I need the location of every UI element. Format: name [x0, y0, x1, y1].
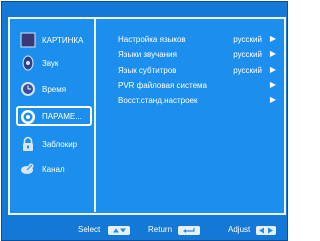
setting-row-subtitle-language[interactable]: Язык субтитров русский ▶ — [118, 65, 280, 78]
menu-item-label: Заблокир — [42, 140, 78, 149]
menu-item-picture[interactable]: КАРТИНКА — [18, 30, 94, 52]
setting-label: Язык субтитров — [118, 66, 177, 75]
arrow-right-icon: ▶ — [269, 65, 276, 74]
arrow-right-icon: ▶ — [269, 95, 276, 104]
menu-item-label: КАРТИНКА — [42, 36, 84, 45]
setting-label: Восст.станд.настроек — [118, 96, 198, 105]
menu-item-lock[interactable]: Заблокир — [18, 134, 94, 156]
menu-item-label: Время — [42, 85, 67, 94]
setting-row-menu-language[interactable]: Настройка языков русский ▶ — [118, 34, 280, 47]
setting-label: PVR файловая система — [118, 81, 207, 90]
return-key-icon — [178, 226, 200, 235]
arrow-right-icon: ▶ — [269, 49, 276, 58]
menu-item-time[interactable]: Время — [18, 79, 94, 101]
setting-label: Настройка языков — [118, 35, 186, 44]
adjust-hint-label: Adjust — [228, 225, 251, 234]
setting-value: русский — [233, 66, 262, 75]
setting-label: Языки звучания — [118, 50, 177, 59]
lock-icon — [23, 136, 33, 151]
menu-item-label: Канал — [42, 165, 65, 174]
setting-row-restore-defaults[interactable]: Восст.станд.настроек ▶ — [118, 95, 280, 108]
menu-item-settings[interactable]: ПАРАМЕ... — [16, 106, 92, 126]
arrow-right-icon: ▶ — [269, 80, 276, 89]
setting-row-audio-language[interactable]: Языки звучания русский ▶ — [118, 49, 280, 62]
menu-item-label: ПАРАМЕ... — [42, 112, 82, 121]
key-hint-bar: Select Return Adjust — [0, 222, 289, 236]
menu-item-channel[interactable]: Канал — [18, 159, 94, 181]
tv-osd-menu: КАРТИНКА Звук Время ПАРАМЕ... Заблокир К… — [0, 0, 289, 241]
clock-icon — [21, 82, 35, 96]
adjust-leftright-key-icon — [256, 226, 276, 235]
select-hint-label: Select — [78, 225, 101, 234]
menu-divider — [94, 17, 96, 212]
setting-row-pvr-filesystem[interactable]: PVR файловая система ▶ — [118, 80, 280, 93]
picture-icon — [20, 32, 36, 48]
setting-value: русский — [233, 35, 262, 44]
arrow-right-icon: ▶ — [269, 34, 276, 43]
return-hint-label: Return — [148, 225, 173, 234]
select-updown-key-icon — [108, 226, 130, 235]
setting-value: русский — [233, 50, 262, 59]
channel-satellite-icon — [21, 163, 34, 174]
menu-item-label: Звук — [42, 59, 59, 68]
settings-gear-icon — [21, 110, 35, 124]
menu-item-sound[interactable]: Звук — [18, 53, 94, 75]
sound-icon — [22, 55, 34, 71]
